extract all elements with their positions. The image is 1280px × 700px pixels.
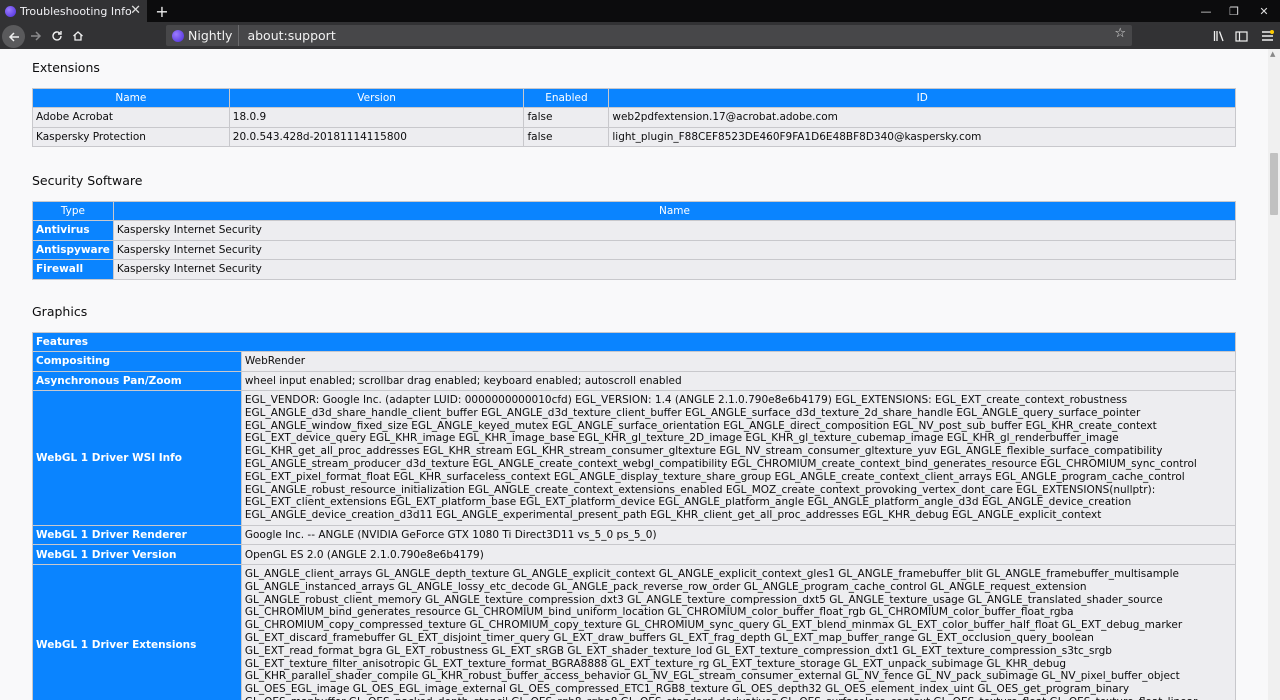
feature-label: Asynchronous Pan/Zoom <box>32 370 242 391</box>
window-close-button[interactable]: ✕ <box>1250 2 1278 20</box>
extensions-header-row: Name Version Enabled ID <box>32 88 1236 108</box>
table-row: Adobe Acrobat 18.0.9 false web2pdfextens… <box>32 107 1236 128</box>
table-row: WebGL 1 Driver WSI Info EGL_VENDOR: Goog… <box>32 390 1237 526</box>
column-header: Type <box>32 201 114 221</box>
extension-version: 18.0.9 <box>228 107 525 128</box>
page-scrollbar[interactable]: ▲ <box>1268 49 1280 700</box>
column-header: ID <box>608 88 1236 108</box>
feature-label: WebGL 1 Driver Renderer <box>32 524 242 546</box>
feature-label: WebGL 1 Driver Extensions <box>32 563 242 700</box>
library-icon <box>1213 31 1224 42</box>
column-header: Version <box>228 88 525 108</box>
security-name: Kaspersky Internet Security <box>112 259 1237 280</box>
feature-value: Google Inc. -- ANGLE (NVIDIA GeForce GTX… <box>240 524 1237 546</box>
feature-value: OpenGL ES 2.0 (ANGLE 2.1.0.790e8e6b4179) <box>240 544 1237 565</box>
extension-id: light_plugin_F88CEF8523DE460F9FA1D6E48BF… <box>608 126 1236 147</box>
graphics-heading: Graphics <box>32 304 88 319</box>
extensions-heading: Extensions <box>32 60 100 75</box>
feature-value: wheel input enabled; scrollbar drag enab… <box>240 370 1237 391</box>
identity-box[interactable]: Nightly <box>166 25 240 46</box>
nightly-logo-icon <box>172 29 184 42</box>
extension-name: Kaspersky Protection <box>32 126 230 147</box>
hamburger-menu-icon <box>1261 30 1274 41</box>
library-button[interactable] <box>1208 25 1230 47</box>
scrollbar-thumb[interactable] <box>1270 153 1278 215</box>
column-header: Name <box>112 201 1237 221</box>
extensions-table: Name Version Enabled ID Adobe Acrobat 18… <box>32 88 1236 147</box>
reload-icon <box>52 31 62 41</box>
menu-button[interactable] <box>1256 25 1278 47</box>
tab-troubleshooting[interactable]: Troubleshooting Inform ✕ <box>0 0 147 22</box>
extension-name: Adobe Acrobat <box>32 107 230 128</box>
home-button[interactable] <box>67 25 89 47</box>
page-content: Extensions Name Version Enabled ID Adobe… <box>0 49 1268 700</box>
tab-close-icon[interactable]: ✕ <box>130 3 141 18</box>
security-name: Kaspersky Internet Security <box>112 220 1237 241</box>
features-header-row: Features <box>32 332 1236 352</box>
security-heading: Security Software <box>32 173 143 188</box>
table-row: Firewall Kaspersky Internet Security <box>32 259 1237 280</box>
features-header: Features <box>32 332 1236 352</box>
table-row: Compositing WebRender <box>32 351 1237 372</box>
table-row: Antivirus Kaspersky Internet Security <box>32 220 1237 241</box>
sidebar-icon <box>1234 30 1248 42</box>
identity-label: Nightly <box>188 28 233 43</box>
graphics-table: Features Compositing WebRender Asynchron… <box>32 332 1237 700</box>
extension-version: 20.0.543.428d-20181114115800 <box>228 126 525 147</box>
restore-button[interactable]: ❐ <box>1220 2 1248 20</box>
column-header: Name <box>32 88 230 108</box>
feature-label: WebGL 1 Driver WSI Info <box>32 390 242 526</box>
reload-button[interactable] <box>46 25 68 47</box>
security-type: Antivirus <box>32 220 114 241</box>
scroll-up-icon[interactable]: ▲ <box>1270 50 1275 58</box>
feature-label: Compositing <box>32 351 242 372</box>
url-bar[interactable]: Nightly about:support ☆ <box>166 25 1132 46</box>
security-table: Type Name Antivirus Kaspersky Internet S… <box>32 201 1237 280</box>
url-input[interactable]: about:support <box>239 28 335 43</box>
navigation-toolbar: Nightly about:support ☆ <box>0 22 1280 49</box>
feature-value: EGL_VENDOR: Google Inc. (adapter LUID: 0… <box>240 390 1237 526</box>
sidebar-button[interactable] <box>1230 25 1252 47</box>
feature-value: GL_ANGLE_client_arrays GL_ANGLE_depth_te… <box>240 563 1237 700</box>
forward-arrow-icon <box>31 31 42 41</box>
back-button[interactable] <box>2 25 25 48</box>
bookmark-star-icon[interactable]: ☆ <box>1114 26 1126 41</box>
feature-label: WebGL 1 Driver Version <box>32 544 242 565</box>
extension-enabled: false <box>523 126 610 147</box>
table-row: Antispyware Kaspersky Internet Security <box>32 239 1237 260</box>
table-row: WebGL 1 Driver Version OpenGL ES 2.0 (AN… <box>32 544 1237 565</box>
forward-button[interactable] <box>25 25 47 47</box>
new-tab-button[interactable]: + <box>152 0 172 22</box>
table-row: Asynchronous Pan/Zoom wheel input enable… <box>32 370 1237 391</box>
security-type: Antispyware <box>32 239 114 260</box>
tab-strip: Troubleshooting Inform ✕ + — ❐ ✕ <box>0 0 1280 22</box>
extension-id: web2pdfextension.17@acrobat.adobe.com <box>608 107 1236 128</box>
column-header: Enabled <box>523 88 610 108</box>
table-row: WebGL 1 Driver Renderer Google Inc. -- A… <box>32 524 1237 546</box>
home-icon <box>73 31 83 41</box>
feature-value: WebRender <box>240 351 1237 372</box>
security-type: Firewall <box>32 259 114 280</box>
nightly-favicon-icon <box>5 5 16 17</box>
security-header-row: Type Name <box>32 201 1237 221</box>
back-arrow-icon <box>8 31 19 42</box>
extension-enabled: false <box>523 107 610 128</box>
minimize-button[interactable]: — <box>1192 2 1220 20</box>
table-row: Kaspersky Protection 20.0.543.428d-20181… <box>32 126 1236 147</box>
security-name: Kaspersky Internet Security <box>112 239 1237 260</box>
table-row: WebGL 1 Driver Extensions GL_ANGLE_clien… <box>32 563 1237 700</box>
tab-title: Troubleshooting Inform <box>20 4 132 18</box>
